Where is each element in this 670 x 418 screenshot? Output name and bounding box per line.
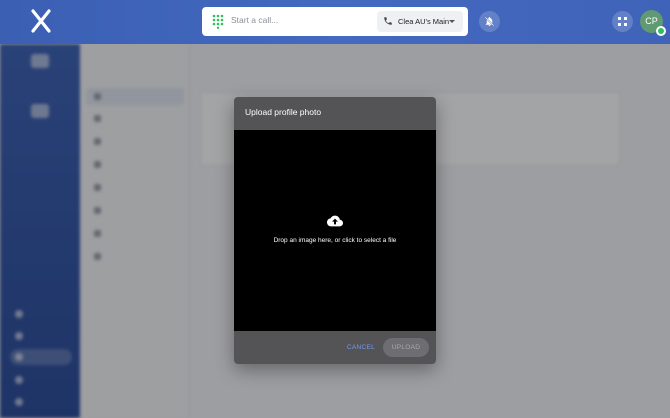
user-avatar[interactable]: CP (640, 10, 666, 36)
dialog-title: Upload profile photo (245, 107, 322, 117)
phone-icon (384, 17, 392, 25)
chevron-down-icon (449, 20, 455, 23)
search-input[interactable]: Start a call... (231, 15, 278, 25)
upload-button[interactable]: UPLOAD (383, 338, 429, 357)
x-logo-icon[interactable] (30, 9, 52, 33)
dropzone-instructions: Drop an image here, or click to select a… (273, 237, 397, 244)
line-selector-label: Clea AU's Main (398, 17, 450, 26)
avatar-initials: CP (645, 16, 658, 26)
apps-grid-button[interactable] (612, 11, 633, 32)
grid-icon (618, 17, 627, 26)
image-dropzone[interactable]: Drop an image here, or click to select a… (234, 130, 436, 331)
dialpad-icon[interactable] (212, 14, 224, 29)
upload-photo-dialog: Upload profile photo Drop an image here,… (234, 97, 436, 364)
cancel-button[interactable]: CANCEL (342, 340, 380, 356)
bell-off-icon (484, 16, 495, 27)
presence-status-indicator (656, 26, 666, 36)
top-bar: Start a call... Clea AU's Main CP (0, 0, 670, 44)
line-selector-dropdown[interactable]: Clea AU's Main (377, 11, 463, 32)
notifications-muted-button[interactable] (479, 11, 500, 32)
call-search-bar: Start a call... Clea AU's Main (202, 7, 468, 36)
cloud-upload-icon (327, 215, 343, 227)
